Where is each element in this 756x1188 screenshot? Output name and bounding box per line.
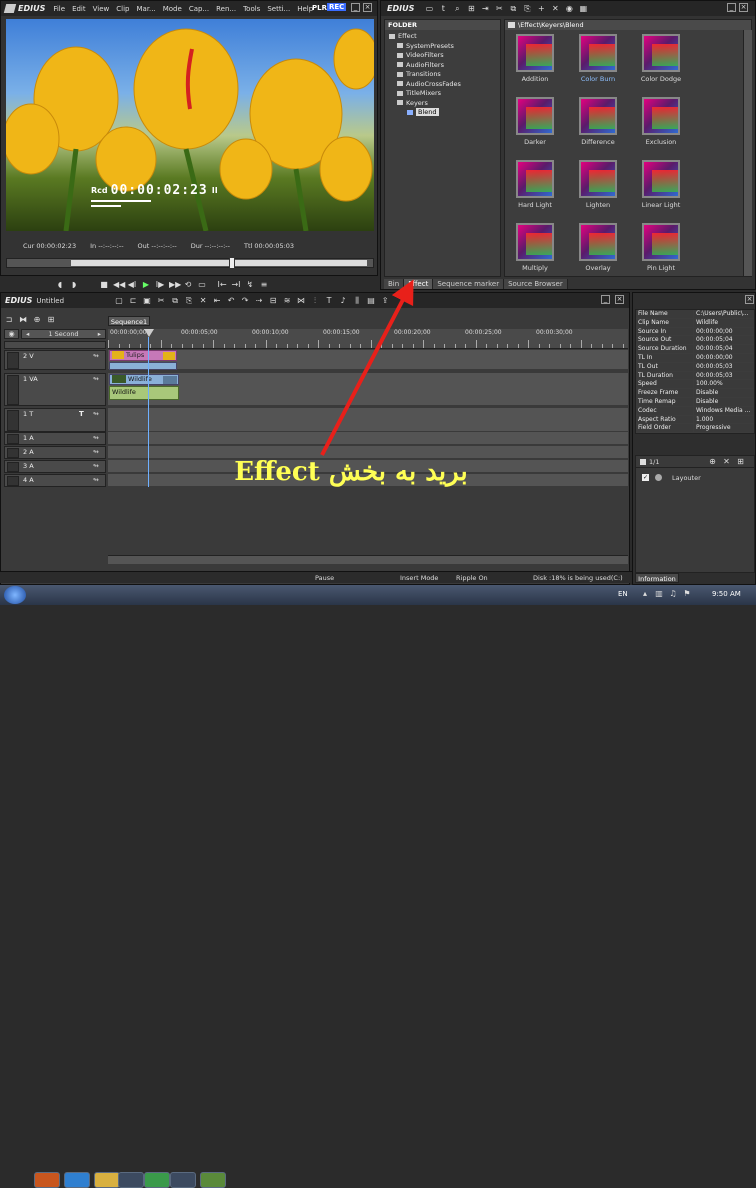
info-key: Field Order bbox=[638, 424, 671, 432]
taskbar-ie-icon[interactable] bbox=[64, 1172, 90, 1188]
info-table: File Name C:\Users\Public\... Clip Name Wil… bbox=[635, 309, 755, 435]
layer-icon bbox=[640, 458, 646, 465]
info-close-icon[interactable]: × bbox=[745, 295, 754, 304]
info-row: Field Order Progressive bbox=[636, 424, 754, 434]
info-value: 00:00:00;00 bbox=[693, 327, 754, 336]
info-key: Codec bbox=[638, 406, 657, 414]
info-value: 1.000 bbox=[693, 415, 754, 424]
tray-volume-icon[interactable]: ♫ bbox=[668, 589, 678, 598]
info-value: Wildlife bbox=[693, 318, 754, 327]
layer-add-icon[interactable]: ⊕ bbox=[707, 457, 717, 466]
info-value: 00:00:05;04 bbox=[693, 336, 754, 345]
info-key: TL Duration bbox=[638, 371, 673, 379]
info-key: Freeze Frame bbox=[638, 389, 679, 397]
info-row: TL Out 00:00:05;03 bbox=[636, 362, 754, 372]
layer-checkbox[interactable]: ✓ bbox=[642, 474, 649, 481]
info-value: Disable bbox=[693, 389, 754, 397]
taskbar-app-icon[interactable] bbox=[170, 1172, 196, 1188]
info-key: Clip Name bbox=[638, 318, 669, 326]
info-value: 00:00:05;04 bbox=[693, 345, 754, 353]
taskbar-language[interactable]: EN bbox=[618, 590, 628, 598]
info-key: File Name bbox=[638, 310, 668, 317]
info-key: TL Out bbox=[638, 362, 658, 370]
info-key: Aspect Ratio bbox=[638, 415, 676, 423]
info-value: C:\Users\Public\... bbox=[693, 310, 754, 318]
layer-fx-icon bbox=[655, 474, 662, 481]
layer-count: 1/1 bbox=[649, 457, 660, 466]
layer-row-layouter[interactable]: ✓ Layouter bbox=[636, 472, 754, 483]
info-value: Disable bbox=[693, 397, 754, 406]
info-key: Speed bbox=[638, 380, 657, 388]
taskbar: EN ▴ ▥ ♫ ⚑ 9:50 AM bbox=[0, 585, 756, 1188]
status-insert-mode: Insert Mode bbox=[400, 573, 439, 582]
tray-arrow-icon[interactable]: ▴ bbox=[640, 589, 650, 598]
info-row: Freeze Frame Disable bbox=[636, 389, 754, 398]
taskbar-explorer-icon[interactable] bbox=[94, 1172, 120, 1188]
tray-network-icon[interactable]: ▥ bbox=[654, 589, 664, 598]
info-value: 00:00:05;03 bbox=[693, 371, 754, 380]
info-row: Time Remap Disable bbox=[636, 397, 754, 407]
status-bar: Pause Insert Mode Ripple On Disk :18% is… bbox=[0, 571, 632, 583]
info-row: Clip Name Wildlife bbox=[636, 318, 754, 328]
info-tab[interactable]: Information bbox=[635, 573, 679, 583]
info-row: Source Out 00:00:05;04 bbox=[636, 336, 754, 346]
status-disk: Disk :18% is being used(C:) bbox=[533, 573, 623, 582]
info-key: Source In bbox=[638, 327, 667, 335]
info-row: TL In 00:00:00;00 bbox=[636, 353, 754, 363]
info-row: File Name C:\Users\Public\... bbox=[636, 310, 754, 319]
taskbar-chrome-icon[interactable] bbox=[144, 1172, 170, 1188]
layouter-label: Layouter bbox=[672, 473, 701, 482]
layer-header: 1/1 ⊕ ✕ ⊞ bbox=[636, 456, 754, 468]
tray-icons: ▴ ▥ ♫ ⚑ bbox=[640, 589, 696, 598]
info-value: 00:00:05;03 bbox=[693, 362, 754, 371]
taskbar-firefox-icon[interactable] bbox=[34, 1172, 60, 1188]
info-value: Windows Media ... bbox=[693, 406, 754, 415]
info-row: Source In 00:00:00;00 bbox=[636, 327, 754, 337]
info-row: Source Duration 00:00:05;04 bbox=[636, 345, 754, 354]
info-row: TL Duration 00:00:05;03 bbox=[636, 371, 754, 381]
taskbar-edius-icon[interactable] bbox=[200, 1172, 226, 1188]
layer-settings-icon[interactable]: ⊞ bbox=[735, 457, 745, 466]
layer-delete-icon[interactable]: ✕ bbox=[721, 457, 731, 466]
layer-panel: 1/1 ⊕ ✕ ⊞ ✓ Layouter bbox=[635, 455, 755, 573]
status-pause: Pause bbox=[315, 573, 335, 582]
info-row: Aspect Ratio 1.000 bbox=[636, 415, 754, 425]
start-button[interactable] bbox=[4, 586, 26, 604]
info-key: Source Out bbox=[638, 336, 672, 344]
info-key: TL In bbox=[638, 353, 653, 361]
taskbar-media-icon[interactable] bbox=[118, 1172, 144, 1188]
info-value: Progressive bbox=[693, 424, 754, 433]
status-ripple: Ripple On bbox=[456, 573, 488, 582]
info-value: 00:00:00;00 bbox=[693, 353, 754, 362]
info-row: Codec Windows Media ... bbox=[636, 406, 754, 416]
info-key: Source Duration bbox=[638, 345, 687, 353]
tray-flag-icon[interactable]: ⚑ bbox=[682, 589, 692, 598]
info-value: 100.00% bbox=[693, 380, 754, 389]
taskbar-time[interactable]: 9:50 AM bbox=[712, 590, 741, 598]
info-panel: × File Name C:\Users\Public\... Clip Name W… bbox=[632, 292, 756, 585]
info-row: Speed 100.00% bbox=[636, 380, 754, 390]
info-key: Time Remap bbox=[638, 397, 676, 405]
